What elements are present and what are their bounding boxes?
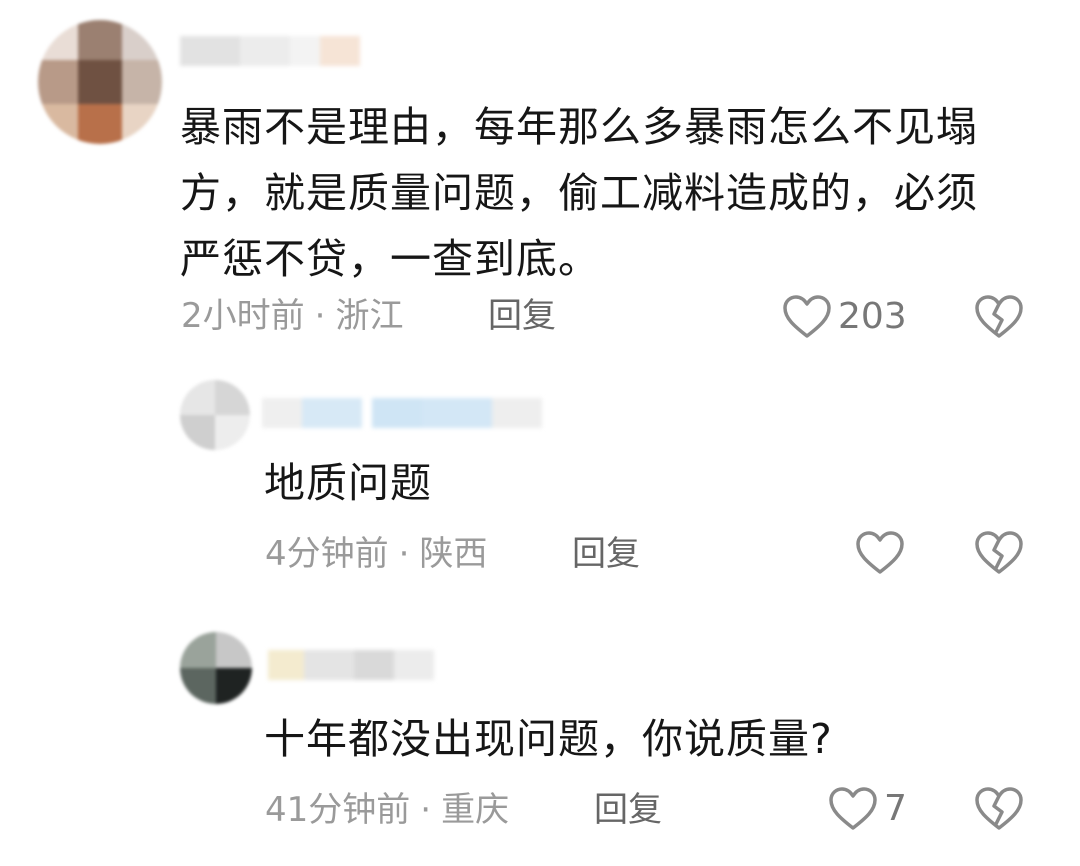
meta-separator: ·: [420, 790, 432, 830]
like-button[interactable]: [855, 530, 911, 576]
comment-time: 41分钟前: [265, 790, 411, 830]
comment-meta: 41分钟前 · 重庆: [265, 790, 509, 830]
reply-button[interactable]: 回复: [488, 296, 556, 336]
comment-location: 陕西: [419, 534, 488, 574]
heart-outline-icon: [782, 294, 832, 340]
avatar[interactable]: [180, 632, 252, 704]
heart-outline-icon: [828, 786, 878, 832]
comment-text: 地质问题: [264, 459, 432, 507]
dislike-button[interactable]: [974, 294, 1024, 340]
comment-time: 2小时前: [181, 296, 305, 336]
broken-heart-icon: [974, 294, 1024, 340]
comment-time: 4分钟前: [265, 534, 389, 574]
like-button[interactable]: 7: [828, 786, 907, 832]
username[interactable]: [268, 650, 438, 680]
like-button[interactable]: 203: [782, 294, 907, 340]
broken-heart-icon: [974, 530, 1024, 576]
reply-item: 地质问题 4分钟前 · 陕西 回复: [0, 350, 1080, 600]
comment-text: 十年都没出现问题，你说质量?: [264, 715, 833, 763]
comment-text: 暴雨不是理由，每年那么多暴雨怎么不见塌方，就是质量问题，偷工减料造成的，必须严惩…: [180, 103, 978, 283]
reply-button[interactable]: 回复: [594, 790, 662, 830]
avatar[interactable]: [38, 20, 162, 144]
reply-button[interactable]: 回复: [572, 534, 640, 574]
comment-meta: 2小时前 · 浙江: [181, 296, 403, 336]
comment-item: 暴雨不是理由，每年那么多暴雨怎么不见塌方，就是质量问题，偷工减料造成的，必须严惩…: [0, 0, 1080, 350]
heart-outline-icon: [855, 530, 905, 576]
username[interactable]: [180, 36, 370, 66]
like-count: 203: [838, 296, 907, 337]
like-count: 7: [884, 788, 907, 829]
reply-item: 十年都没出现问题，你说质量? 41分钟前 · 重庆 回复 7: [0, 600, 1080, 866]
username[interactable]: [262, 398, 552, 428]
comment-location: 重庆: [441, 790, 510, 830]
comment-location: 浙江: [335, 296, 404, 336]
dislike-button[interactable]: [974, 786, 1024, 832]
meta-separator: ·: [398, 534, 410, 574]
broken-heart-icon: [974, 786, 1024, 832]
avatar[interactable]: [180, 380, 250, 450]
dislike-button[interactable]: [974, 530, 1024, 576]
comment-meta: 4分钟前 · 陕西: [265, 534, 487, 574]
meta-separator: ·: [314, 296, 326, 336]
